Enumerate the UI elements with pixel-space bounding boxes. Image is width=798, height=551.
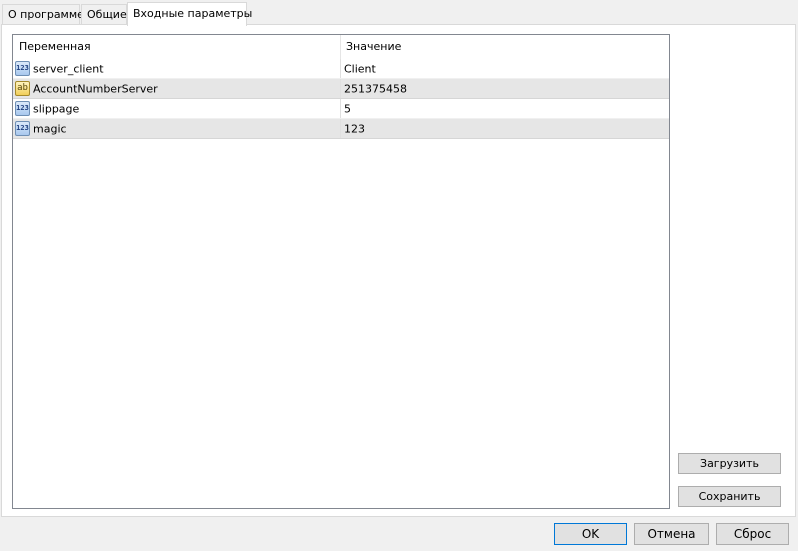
tab-strip: О программе Общие Входные параметры	[0, 0, 798, 26]
parameter-name-cell: 123 slippage	[13, 99, 341, 118]
table-row[interactable]: 123 magic 123	[13, 119, 669, 139]
parameter-name: AccountNumberServer	[33, 82, 158, 96]
parameter-name: slippage	[33, 102, 80, 116]
parameter-value: Client	[344, 62, 376, 76]
parameter-name-cell: 123 server_client	[13, 59, 341, 78]
parameter-name-cell: 123 magic	[13, 119, 341, 138]
tab-about[interactable]: О программе	[2, 4, 84, 25]
parameter-value-cell[interactable]: 123	[341, 119, 669, 138]
parameter-name-cell: ab AccountNumberServer	[13, 79, 341, 98]
save-button[interactable]: Сохранить	[678, 486, 781, 507]
cancel-button[interactable]: Отмена	[634, 523, 709, 545]
grid-header: Переменная Значение	[13, 35, 669, 59]
string-type-icon: ab	[15, 80, 30, 96]
reset-button[interactable]: Сброс	[716, 523, 789, 545]
parameter-value: 251375458	[344, 82, 407, 96]
tab-inputs[interactable]: Входные параметры	[127, 2, 252, 26]
parameter-name: server_client	[33, 62, 104, 76]
column-header-value[interactable]: Значение	[341, 35, 669, 59]
load-button[interactable]: Загрузить	[678, 453, 781, 474]
parameter-value: 123	[344, 122, 365, 136]
expert-properties-dialog: О программе Общие Входные параметры Пере…	[0, 0, 798, 551]
table-row[interactable]: 123 slippage 5	[13, 99, 669, 119]
int-type-icon: 123	[15, 60, 30, 76]
int-type-icon: 123	[15, 120, 30, 136]
parameter-value-cell[interactable]: 5	[341, 99, 669, 118]
table-row[interactable]: 123 server_client Client	[13, 59, 669, 79]
tab-common[interactable]: Общие	[81, 4, 127, 25]
parameter-value-cell[interactable]: Client	[341, 59, 669, 78]
parameters-grid[interactable]: Переменная Значение 123 server_client Cli…	[12, 34, 670, 509]
ok-button[interactable]: OK	[554, 523, 627, 545]
column-header-variable[interactable]: Переменная	[13, 35, 341, 59]
int-type-icon: 123	[15, 100, 30, 116]
parameter-value: 5	[344, 102, 351, 116]
parameter-name: magic	[33, 122, 67, 136]
parameter-value-cell[interactable]: 251375458	[341, 79, 669, 98]
table-row[interactable]: ab AccountNumberServer 251375458	[13, 79, 669, 99]
